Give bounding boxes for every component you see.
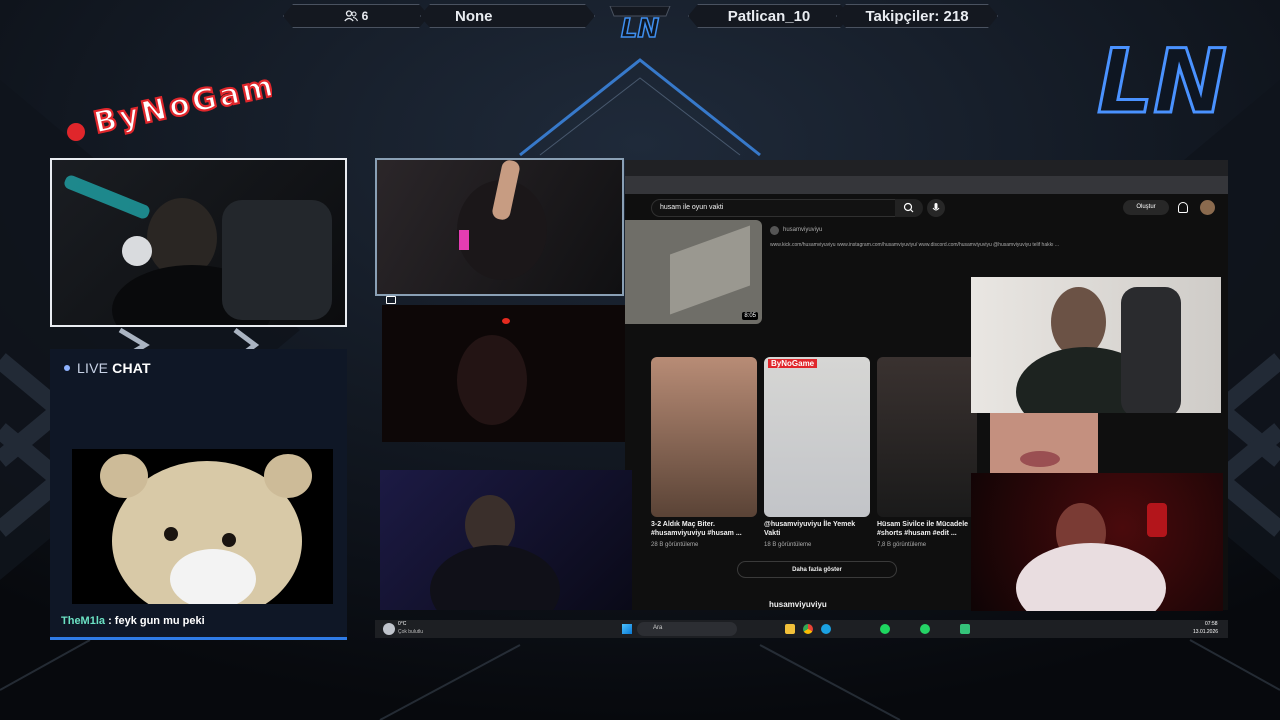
short-title-1[interactable]: 3-2 Aldık Maç Biter. #husamviyuviyu #hus… [651, 520, 743, 538]
notifications-icon[interactable] [1178, 202, 1188, 213]
clock-date: 13.01.2026 [1193, 629, 1219, 635]
browser-titlebar [625, 160, 1228, 176]
channel-logo: ByNoGame [62, 60, 303, 150]
voice-search-button[interactable] [927, 199, 945, 217]
webcam-guest-pointing [375, 158, 624, 296]
username-segment: Patlican_10 [688, 4, 850, 28]
short-title-3[interactable]: Hüsam Sivilce ile Mücadele #shorts #husa… [877, 520, 969, 538]
microphone-icon [932, 203, 940, 211]
center-logo: LN [606, 5, 674, 46]
chrome-icon[interactable] [803, 624, 813, 634]
search-icon [903, 202, 914, 213]
account-avatar[interactable] [1200, 200, 1215, 215]
game-segment: None [420, 4, 595, 28]
weather-temp: 0°C [398, 621, 407, 627]
webcam-guest-dark-red [382, 305, 625, 442]
webcam-guest-close-face [990, 413, 1098, 473]
edge-icon[interactable] [821, 624, 831, 634]
center-logo-text: LN [621, 14, 660, 44]
video-duration: 8:05 [742, 312, 758, 320]
live-chat-header: LIVE CHAT [64, 360, 151, 376]
followers-count: Takipçiler: 218 [865, 7, 969, 25]
short-views-1: 28 B görüntüleme [651, 542, 699, 548]
game-name: None [455, 7, 493, 25]
show-more-button[interactable]: Daha fazla göster [737, 561, 897, 578]
file-explorer-icon[interactable] [785, 624, 795, 634]
channel-footer-name[interactable]: husamviyuviyu [769, 600, 827, 609]
short-thumbnail-3[interactable] [877, 357, 977, 517]
weather-desc: Çok bulutlu [398, 629, 424, 635]
browser-address-bar[interactable] [625, 176, 1228, 194]
viewer-count: 6 [361, 9, 369, 23]
windows-taskbar: 0°C Çok bulutlu Ara 07:58 13.01.2026 [375, 620, 1228, 638]
taskbar-search[interactable]: Ara [637, 622, 737, 636]
viewers-icon [344, 10, 358, 22]
live-indicator-icon [64, 365, 70, 371]
webcam-teddy-bear [72, 449, 333, 604]
short-views-2: 18 B görüntüleme [764, 542, 812, 548]
chat-message: TheM1la : feyk gun mu peki [61, 615, 205, 627]
create-button[interactable]: Oluştur [1123, 200, 1169, 215]
corner-logo: LN [1080, 29, 1240, 135]
weather-icon [383, 623, 395, 635]
search-button[interactable] [895, 199, 923, 217]
viewer-count-segment: 6 [283, 4, 429, 28]
followers-segment: Takipçiler: 218 [836, 4, 998, 28]
logo-badge-icon [67, 123, 85, 141]
webcam-guest-chair [971, 277, 1221, 413]
chat-message-text: feyk gun mu peki [114, 615, 205, 627]
short-thumbnail-1[interactable] [651, 357, 757, 517]
app-icon[interactable] [960, 624, 970, 634]
webcam-guest-red-light [971, 473, 1223, 611]
chat-message-separator: : [105, 615, 115, 627]
username: Patlican_10 [727, 7, 811, 25]
spotify-icon[interactable] [880, 624, 890, 634]
live-chat-panel: LIVE CHAT TheM1la : feyk gun mu peki [50, 349, 347, 640]
webcam-guest-glasses [380, 470, 632, 610]
live-label: LIVE [77, 360, 109, 376]
screen-share-icon [386, 296, 396, 304]
whatsapp-icon[interactable] [920, 624, 930, 634]
channel-logo-text: ByNoGame [91, 64, 272, 142]
video-thumbnail-top[interactable]: 8:05 [625, 220, 762, 324]
webcam-streamer [50, 158, 347, 327]
short-title-2[interactable]: @husamviyuviyu İle Yemek Vakti [764, 520, 864, 538]
chat-message-user: TheM1la [61, 615, 106, 627]
channel-links: www.kick.com/husamviyuviyu www.instagram… [770, 242, 1060, 248]
taskbar-search-placeholder: Ara [653, 625, 663, 631]
youtube-search-input[interactable]: husam ile oyun vakti [651, 199, 913, 217]
channel-avatar-small [770, 226, 779, 235]
start-button[interactable] [622, 624, 632, 634]
youtube-header: husam ile oyun vakti Oluştur [625, 194, 1228, 222]
short-thumbnail-2[interactable]: ByNoGame [764, 357, 870, 517]
chat-label: CHAT [112, 360, 151, 376]
thumbnail-badge: ByNoGame [768, 359, 818, 368]
short-views-3: 7,8 B görüntüleme [877, 542, 927, 548]
clock-time: 07:58 [1205, 621, 1218, 627]
corner-logo-text: LN [1097, 30, 1227, 125]
channel-name-small[interactable]: husamviyuviyu [783, 227, 822, 233]
